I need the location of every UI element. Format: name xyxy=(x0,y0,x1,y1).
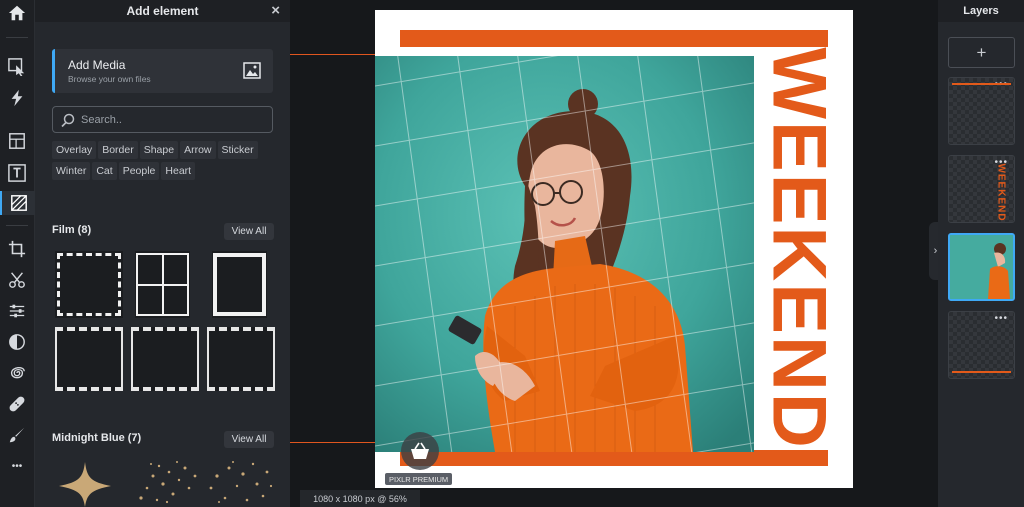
search-input[interactable] xyxy=(81,111,261,129)
film-frame-thumb[interactable] xyxy=(212,251,267,318)
tag-list: Overlay Border Shape Arrow Sticker Winte… xyxy=(52,141,284,180)
zoom-status: 1080 x 1080 px @ 56% xyxy=(300,490,420,507)
film-strip-thumb[interactable] xyxy=(55,327,123,391)
basket-icon[interactable] xyxy=(401,432,439,470)
arrange-icon[interactable] xyxy=(5,55,29,79)
tag-overlay[interactable]: Overlay xyxy=(52,141,97,159)
tag-sticker[interactable]: Sticker xyxy=(217,141,258,159)
film-strip-thumb[interactable] xyxy=(131,327,199,391)
film-frame-thumb[interactable] xyxy=(135,251,190,318)
layer-photo-preview xyxy=(950,235,1013,299)
layer-top-bar[interactable]: ••• xyxy=(948,77,1015,145)
layer-bar-preview xyxy=(952,371,1011,373)
filter-icon[interactable] xyxy=(5,330,29,354)
element-icon[interactable] xyxy=(0,191,35,215)
image-icon xyxy=(243,62,261,79)
add-media-button[interactable]: Add Media Browse your own files xyxy=(52,49,273,93)
more-icon[interactable]: ••• xyxy=(5,454,29,478)
heal-icon[interactable] xyxy=(5,392,29,416)
artboard[interactable]: WEEKEND xyxy=(375,10,853,488)
tag-people[interactable]: People xyxy=(118,162,160,180)
cut-icon[interactable] xyxy=(5,268,29,292)
layer-bottom-bar[interactable]: ••• xyxy=(948,311,1015,379)
layer-menu-icon[interactable]: ••• xyxy=(994,313,1008,324)
sparkle-star-thumb[interactable] xyxy=(55,460,115,507)
frame-divider xyxy=(138,284,187,286)
guide-line xyxy=(290,54,377,55)
add-media-subtitle: Browse your own files xyxy=(68,74,151,84)
weekend-text[interactable]: WEEKEND xyxy=(757,47,842,449)
search-field xyxy=(52,106,273,133)
basket-glyph xyxy=(411,442,429,459)
woman-photo[interactable] xyxy=(375,56,754,452)
premium-badge[interactable]: PIXLR PREMIUM xyxy=(385,473,453,485)
guide-line xyxy=(290,442,377,443)
cutout-icon[interactable] xyxy=(5,86,29,110)
add-layer-button[interactable]: + xyxy=(948,37,1015,68)
layer-bar-preview xyxy=(952,83,1011,85)
crop-icon[interactable] xyxy=(5,237,29,261)
tag-arrow[interactable]: Arrow xyxy=(180,141,216,159)
layout-icon[interactable] xyxy=(5,129,29,153)
tag-shape[interactable]: Shape xyxy=(139,141,179,159)
tag-border[interactable]: Border xyxy=(98,141,138,159)
layer-text-preview-label: WEEKEND xyxy=(995,162,1007,222)
film-frame-border xyxy=(57,253,121,316)
layer-photo[interactable] xyxy=(948,233,1015,301)
search-icon xyxy=(61,113,75,127)
glitter-dots-thumb[interactable] xyxy=(133,458,203,507)
close-icon[interactable]: × xyxy=(271,2,280,19)
layers-title: Layers xyxy=(938,0,1024,22)
layer-text-preview: WEEKEND xyxy=(995,162,1007,222)
film-frame-border xyxy=(213,253,266,316)
top-orange-bar[interactable] xyxy=(400,30,828,47)
midnight-blue-view-all-button[interactable]: View All xyxy=(224,431,274,448)
film-strip-thumb[interactable] xyxy=(207,327,275,391)
weekend-label: WEEKEND xyxy=(756,46,842,450)
home-icon[interactable] xyxy=(5,1,29,25)
film-section-title: Film (8) xyxy=(52,224,92,236)
left-toolbar: ••• xyxy=(0,0,35,507)
layer-weekend-text[interactable]: ••• WEEKEND xyxy=(948,155,1015,223)
toolbar-divider xyxy=(6,37,28,38)
add-element-panel: Add element × Add Media Browse your own … xyxy=(35,0,290,507)
text-icon[interactable] xyxy=(5,161,29,185)
layers-panel: Layers + ••• ••• WEEKEND ••• xyxy=(938,0,1024,507)
film-view-all-button[interactable]: View All xyxy=(224,223,274,240)
glitter-dots-thumb[interactable] xyxy=(205,458,275,507)
tag-heart[interactable]: Heart xyxy=(161,162,196,180)
toolbar-divider xyxy=(6,225,28,226)
bottom-orange-bar[interactable] xyxy=(400,450,828,466)
liquify-icon[interactable] xyxy=(5,361,29,385)
brush-icon[interactable] xyxy=(5,423,29,447)
panel-title: Add element xyxy=(126,4,199,18)
panel-header: Add element × xyxy=(35,0,290,22)
add-media-title: Add Media xyxy=(68,58,126,72)
film-frame-thumb[interactable] xyxy=(55,251,123,318)
tag-cat[interactable]: Cat xyxy=(92,162,117,180)
photo-image xyxy=(375,56,754,452)
adjust-icon[interactable] xyxy=(5,299,29,323)
midnight-blue-section-title: Midnight Blue (7) xyxy=(52,432,142,444)
tag-winter[interactable]: Winter xyxy=(52,162,91,180)
